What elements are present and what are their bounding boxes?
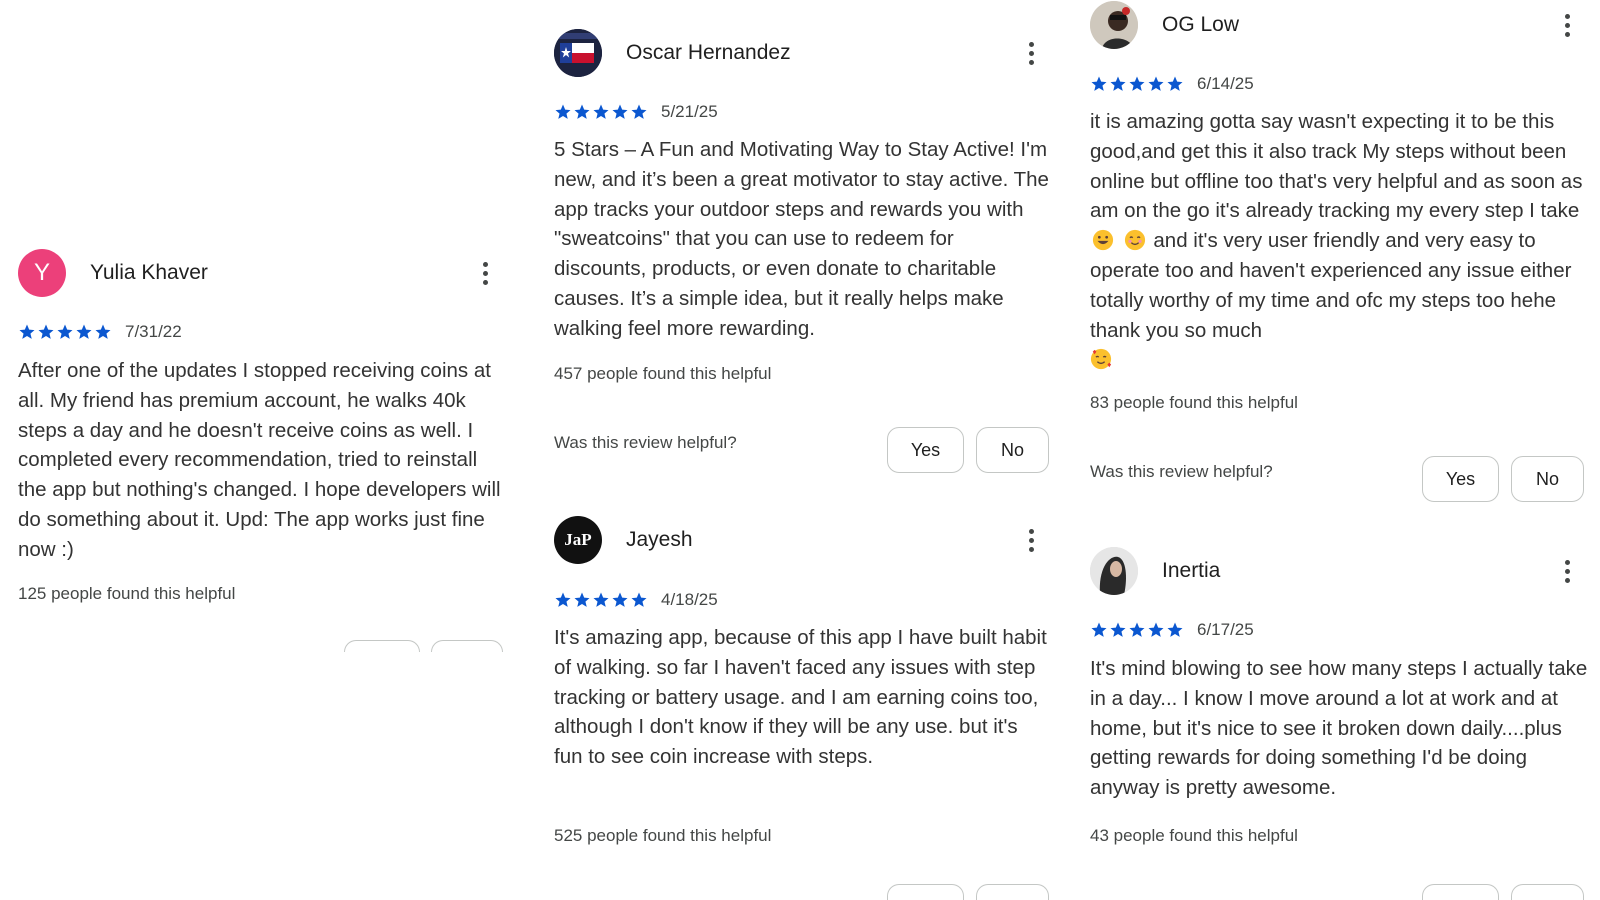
- star-icon: [574, 104, 590, 119]
- reviewer-name: Yulia Khaver: [90, 261, 208, 284]
- star-icon: [631, 104, 647, 119]
- reviewer-name: OG Low: [1162, 13, 1240, 36]
- star-icon: [1091, 76, 1107, 91]
- review-header: JaP Jayesh: [554, 516, 1050, 564]
- grinning-face-icon: [1092, 230, 1114, 251]
- star-icon: [1110, 622, 1126, 637]
- review-card: OG Low 6/14/25 it is amazing gotta say w…: [1090, 1, 1588, 502]
- star-icon: [631, 592, 647, 607]
- star-icon: [1129, 76, 1145, 91]
- more-options-icon[interactable]: [1021, 37, 1041, 69]
- star-rating: [18, 323, 112, 341]
- person-photo-icon: [1090, 1, 1138, 49]
- review-header: Inertia: [1090, 547, 1588, 595]
- yes-button[interactable]: Yes: [887, 427, 964, 473]
- smiling-face-with-hearts-icon: [1090, 349, 1112, 370]
- star-icon: [612, 592, 628, 607]
- rating-row: 6/17/25: [1090, 620, 1254, 640]
- person-photo-icon: [1090, 547, 1138, 595]
- review-text: it is amazing gotta say wasn't expecting…: [1090, 107, 1588, 375]
- review-card: JaP Jayesh 4/18/25 It's amazing app, bec…: [554, 516, 1050, 900]
- review-header: OG Low: [1090, 1, 1588, 49]
- helpful-count: 83 people found this helpful: [1090, 393, 1298, 412]
- more-options-icon[interactable]: [1021, 524, 1041, 556]
- review-date: 5/21/25: [661, 102, 718, 121]
- review-date: 6/17/25: [1197, 620, 1254, 639]
- more-options-icon[interactable]: [1557, 555, 1577, 587]
- review-text-part: it is amazing gotta say wasn't expecting…: [1090, 110, 1583, 223]
- review-date: 6/14/25: [1197, 74, 1254, 93]
- clip-cover: [0, 652, 530, 900]
- avatar: Y: [18, 249, 66, 297]
- review-text: It's mind blowing to see how many steps …: [1090, 657, 1588, 800]
- review-date: 7/31/22: [125, 322, 182, 341]
- yes-button[interactable]: Yes: [1422, 456, 1499, 502]
- star-icon: [1148, 76, 1164, 91]
- helpful-question: Was this review helpful?: [554, 433, 737, 452]
- review-card: Y Yulia Khaver 7/31/22 After one of the …: [18, 249, 504, 660]
- avatar-letter: Y: [33, 259, 50, 286]
- avatar: JaP: [554, 516, 602, 564]
- yes-button[interactable]: [1422, 884, 1499, 900]
- rating-row: 6/14/25: [1090, 74, 1254, 94]
- star-rating: [554, 591, 648, 609]
- reviewer-name: Inertia: [1162, 559, 1221, 582]
- star-rating: [1090, 75, 1184, 93]
- star-icon: [593, 592, 609, 607]
- review-text: 5 Stars – A Fun and Motivating Way to St…: [554, 138, 1049, 340]
- helpful-count: 43 people found this helpful: [1090, 826, 1298, 845]
- star-icon: [574, 592, 590, 607]
- star-icon: [57, 324, 73, 339]
- star-icon: [1167, 622, 1183, 637]
- star-icon: [1110, 76, 1126, 91]
- helpful-count: 525 people found this helpful: [554, 826, 772, 845]
- review-header: Y Yulia Khaver: [18, 249, 504, 297]
- star-icon: [593, 104, 609, 119]
- person-photo-avatar: [1090, 547, 1138, 595]
- star-icon: [1148, 622, 1164, 637]
- star-icon: [95, 324, 111, 339]
- helpful-count: 125 people found this helpful: [18, 584, 236, 603]
- avatar-logo-text: JaP: [564, 530, 592, 549]
- star-icon: [555, 592, 571, 607]
- star-rating: [554, 103, 648, 121]
- star-icon: [1129, 622, 1145, 637]
- star-icon: [38, 324, 54, 339]
- person-photo-avatar: [1090, 1, 1138, 49]
- review-card: Inertia 6/17/25 It's mind blowing to see…: [1090, 547, 1588, 900]
- no-button[interactable]: [976, 884, 1049, 900]
- texas-flag-icon: [554, 29, 602, 77]
- review-header: Oscar Hernandez: [554, 29, 1050, 77]
- rating-row: 5/21/25: [554, 102, 718, 122]
- reviewer-name: Jayesh: [626, 528, 693, 551]
- star-icon: [1167, 76, 1183, 91]
- review-card: Oscar Hernandez 5/21/25 5 Stars – A Fun …: [554, 29, 1050, 473]
- more-options-icon[interactable]: [475, 257, 495, 289]
- texas-flag-avatar: [554, 29, 602, 77]
- star-icon: [1091, 622, 1107, 637]
- rating-row: 4/18/25: [554, 590, 718, 610]
- star-icon: [555, 104, 571, 119]
- no-button[interactable]: [1511, 884, 1584, 900]
- star-rating: [1090, 621, 1184, 639]
- no-button[interactable]: No: [1511, 456, 1584, 502]
- rating-row: 7/31/22: [18, 322, 182, 342]
- no-button[interactable]: No: [976, 427, 1049, 473]
- star-icon: [612, 104, 628, 119]
- helpful-question: Was this review helpful?: [1090, 462, 1273, 481]
- yes-button[interactable]: [887, 884, 964, 900]
- star-icon: [76, 324, 92, 339]
- more-options-icon[interactable]: [1557, 9, 1577, 41]
- reviewer-name: Oscar Hernandez: [626, 41, 791, 64]
- review-text: It's amazing app, because of this app I …: [554, 626, 1047, 769]
- star-icon: [19, 324, 35, 339]
- review-text-part: and it's very user friendly and very eas…: [1090, 229, 1572, 342]
- review-text: After one of the updates I stopped recei…: [18, 359, 501, 561]
- smiling-face-icon: [1124, 230, 1145, 251]
- review-date: 4/18/25: [661, 590, 718, 609]
- helpful-count: 457 people found this helpful: [554, 364, 772, 383]
